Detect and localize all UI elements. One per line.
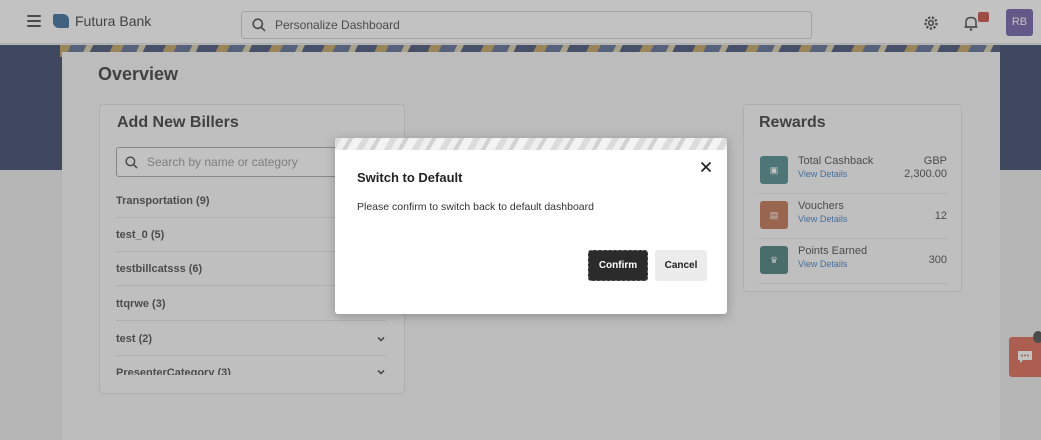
- dialog-title: Switch to Default: [357, 170, 463, 185]
- switch-default-dialog: Switch to Default Please confirm to swit…: [335, 138, 727, 314]
- dialog-header-pattern: [335, 138, 727, 150]
- confirm-button[interactable]: Confirm: [588, 250, 648, 281]
- close-icon[interactable]: [699, 160, 713, 174]
- dialog-message: Please confirm to switch back to default…: [357, 201, 594, 213]
- cancel-button[interactable]: Cancel: [655, 250, 707, 281]
